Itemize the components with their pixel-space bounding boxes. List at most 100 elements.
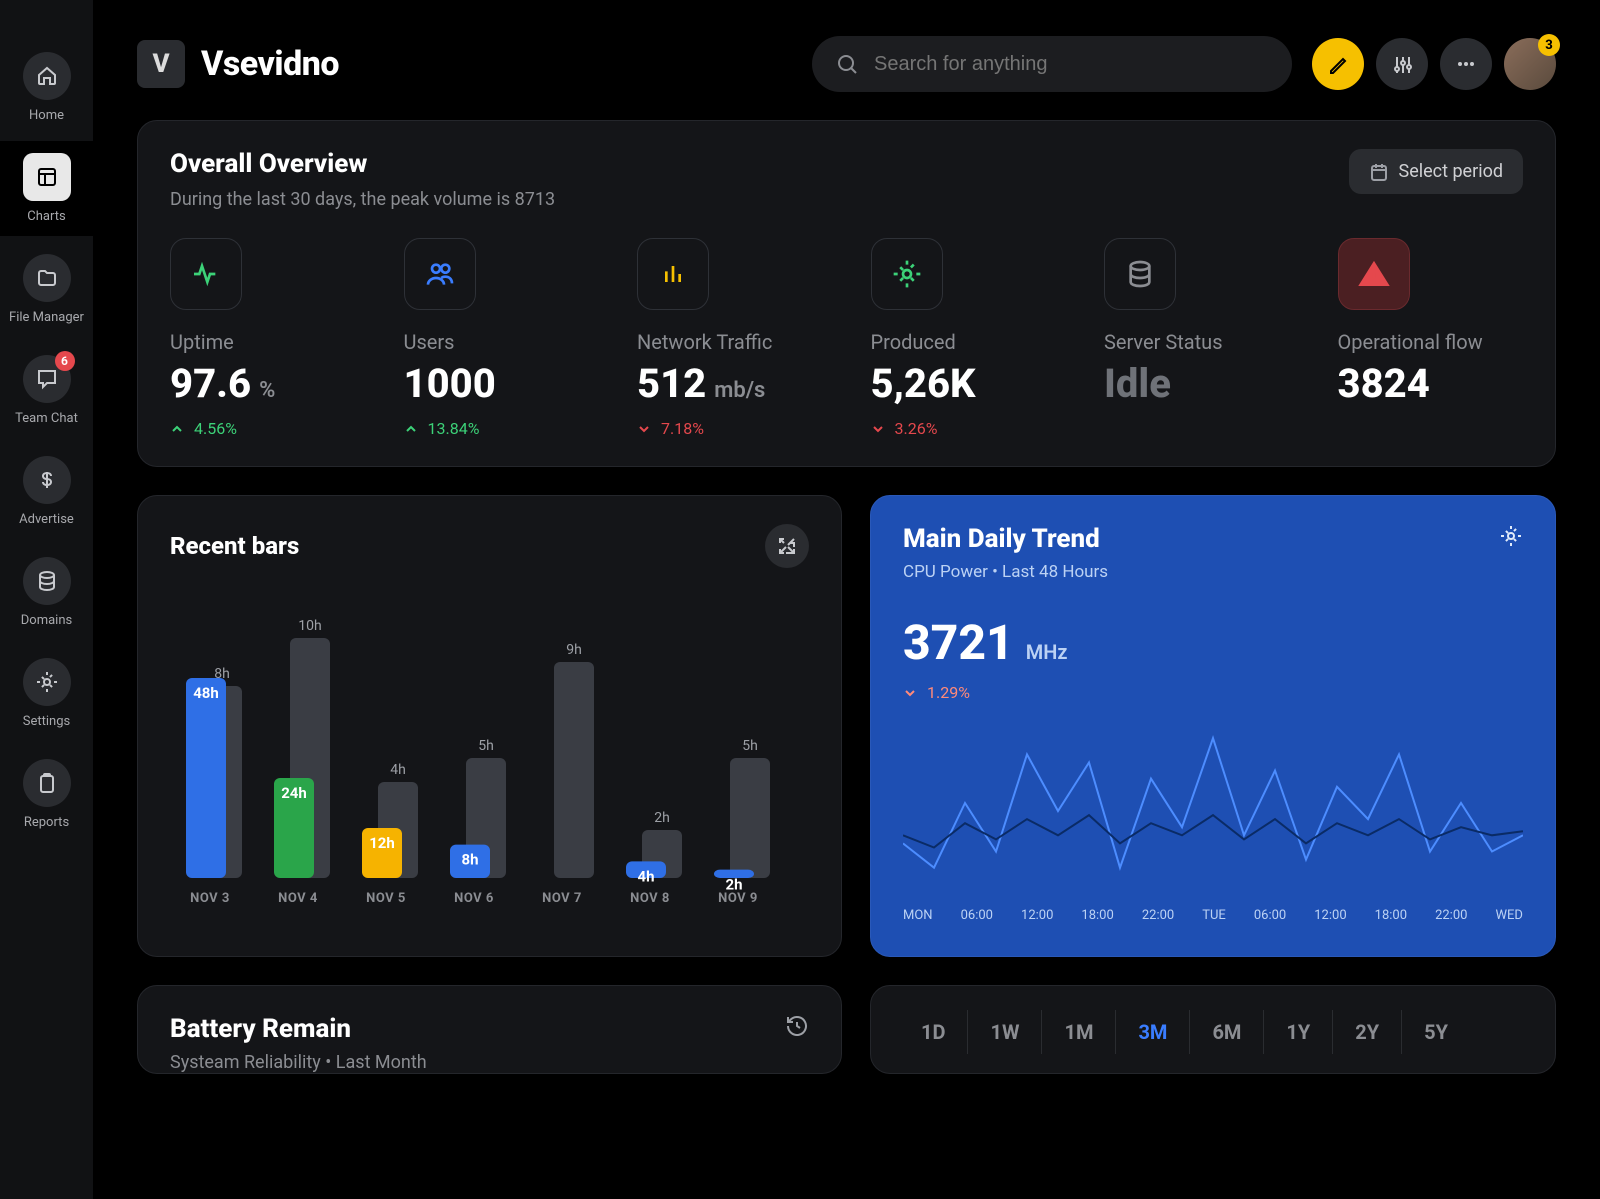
metric-server-status: Server StatusIdle xyxy=(1104,238,1290,438)
metric-produced: Produced 5,26K 3.26% xyxy=(871,238,1057,438)
trend-axis: MON06:0012:0018:0022:00TUE06:0012:0018:0… xyxy=(903,908,1523,923)
pulse-icon xyxy=(170,238,242,310)
nav-label: Advertise xyxy=(19,512,74,527)
svg-text:NOV 4: NOV 4 xyxy=(278,891,318,906)
svg-text:5h: 5h xyxy=(742,738,758,754)
metric-delta: 4.56% xyxy=(170,419,356,438)
svg-text:12h: 12h xyxy=(369,834,395,852)
recent-bars-card: Recent bars 8h48hNOV 310h24hNOV 44h12hNO… xyxy=(137,495,842,957)
pencil-icon xyxy=(1327,53,1349,75)
top-actions: 3 xyxy=(1312,38,1556,90)
overview-title: Overall Overview xyxy=(170,149,555,179)
expand-icon xyxy=(777,536,797,556)
svg-text:10h: 10h xyxy=(298,618,321,634)
battery-card: Battery Remain Systeam Reliability • Las… xyxy=(137,985,842,1074)
expand-button[interactable] xyxy=(765,524,809,568)
badge: 6 xyxy=(55,351,75,371)
more-button[interactable] xyxy=(1440,38,1492,90)
axis-tick: 12:00 xyxy=(1021,908,1053,923)
svg-text:4h: 4h xyxy=(390,762,406,778)
tab-1d[interactable]: 1D xyxy=(899,1010,968,1054)
tab-1m[interactable]: 1M xyxy=(1042,1010,1116,1054)
metric-delta: 13.84% xyxy=(404,419,590,438)
recent-bars-chart: 8h48hNOV 310h24hNOV 44h12hNOV 55h8hNOV 6… xyxy=(170,578,810,928)
nav-domains[interactable]: Domains xyxy=(0,545,93,640)
chat-icon: 6 xyxy=(23,355,71,403)
svg-text:24h: 24h xyxy=(281,784,307,802)
tab-1y[interactable]: 1Y xyxy=(1264,1010,1333,1054)
sliders-button[interactable] xyxy=(1376,38,1428,90)
tab-1w[interactable]: 1W xyxy=(968,1010,1042,1054)
dots-icon xyxy=(1455,53,1477,75)
nav-file-manager[interactable]: File Manager xyxy=(0,242,93,337)
brand-logo: V xyxy=(137,40,185,88)
tab-5y[interactable]: 5Y xyxy=(1402,1010,1470,1054)
battery-subtitle: Systeam Reliability • Last Month xyxy=(170,1052,427,1073)
edit-button[interactable] xyxy=(1312,38,1364,90)
clipboard-icon xyxy=(23,759,71,807)
nav-team-chat[interactable]: 6 Team Chat xyxy=(0,343,93,438)
bars-icon xyxy=(637,238,709,310)
nav-reports[interactable]: Reports xyxy=(0,747,93,842)
nav-label: File Manager xyxy=(9,310,84,325)
svg-text:NOV 6: NOV 6 xyxy=(454,891,494,906)
overview-card: Overall Overview During the last 30 days… xyxy=(137,120,1556,467)
nav-advertise[interactable]: Advertise xyxy=(0,444,93,539)
search-input[interactable] xyxy=(874,53,1268,76)
range-tabs-card: 1D1W1M3M6M1Y2Y5Y xyxy=(870,985,1556,1074)
nav-home[interactable]: Home xyxy=(0,40,93,135)
svg-text:9h: 9h xyxy=(566,642,582,658)
tab-2y[interactable]: 2Y xyxy=(1333,1010,1402,1054)
tab-6m[interactable]: 6M xyxy=(1190,1010,1264,1054)
tab-3m[interactable]: 3M xyxy=(1116,1010,1190,1054)
folder-icon xyxy=(23,254,71,302)
metric-delta: 3.26% xyxy=(871,419,1057,438)
axis-tick: 18:00 xyxy=(1081,908,1113,923)
svg-text:NOV 9: NOV 9 xyxy=(718,891,758,906)
sliders-icon xyxy=(1391,53,1413,75)
axis-tick: MON xyxy=(903,908,933,923)
metric-value: 1000 xyxy=(404,360,590,407)
axis-tick: 12:00 xyxy=(1314,908,1346,923)
metric-delta: 7.18% xyxy=(637,419,823,438)
range-tabs: 1D1W1M3M6M1Y2Y5Y xyxy=(899,1010,1470,1054)
search[interactable] xyxy=(812,36,1292,92)
nav-label: Reports xyxy=(24,815,69,830)
home-icon xyxy=(23,52,71,100)
trend-title: Main Daily Trend xyxy=(903,524,1108,554)
select-period-button[interactable]: Select period xyxy=(1349,149,1523,194)
axis-tick: 06:00 xyxy=(961,908,993,923)
search-icon xyxy=(836,53,858,75)
avatar-badge: 3 xyxy=(1538,34,1560,56)
calendar-icon xyxy=(1369,162,1389,182)
nav-label: Domains xyxy=(21,613,72,628)
brand-name: Vsevidno xyxy=(201,44,339,84)
metric-value: 5,26K xyxy=(871,360,1057,407)
metric-users: Users 1000 13.84% xyxy=(404,238,590,438)
topbar: V Vsevidno 3 xyxy=(137,36,1556,92)
gear-icon[interactable] xyxy=(1499,524,1523,548)
metric-network-traffic: Network Traffic512mb/s7.18% xyxy=(637,238,823,438)
nav-settings[interactable]: Settings xyxy=(0,646,93,741)
nav-charts[interactable]: Charts xyxy=(0,141,93,236)
history-icon[interactable] xyxy=(785,1014,809,1038)
svg-text:2h: 2h xyxy=(654,810,670,826)
brand: V Vsevidno xyxy=(137,40,339,88)
axis-tick: 22:00 xyxy=(1142,908,1174,923)
nav-label: Charts xyxy=(27,209,65,224)
metric-label: Produced xyxy=(871,330,1057,354)
metric-label: Network Traffic xyxy=(637,330,823,354)
metric-uptime: Uptime97.6%4.56% xyxy=(170,238,356,438)
server-icon xyxy=(1104,238,1176,310)
battery-title: Battery Remain xyxy=(170,1014,427,1044)
metric-label: Operational flow xyxy=(1338,330,1524,354)
trend-delta: 1.29% xyxy=(903,683,1523,702)
svg-text:48h: 48h xyxy=(193,684,219,702)
sidebar: Home Charts File Manager 6 Team Chat Adv… xyxy=(0,0,93,1199)
template-icon xyxy=(23,153,71,201)
metric-label: Uptime xyxy=(170,330,356,354)
nav-label: Settings xyxy=(23,714,70,729)
metric-label: Users xyxy=(404,330,590,354)
nav-label: Team Chat xyxy=(15,411,78,426)
avatar[interactable]: 3 xyxy=(1504,38,1556,90)
